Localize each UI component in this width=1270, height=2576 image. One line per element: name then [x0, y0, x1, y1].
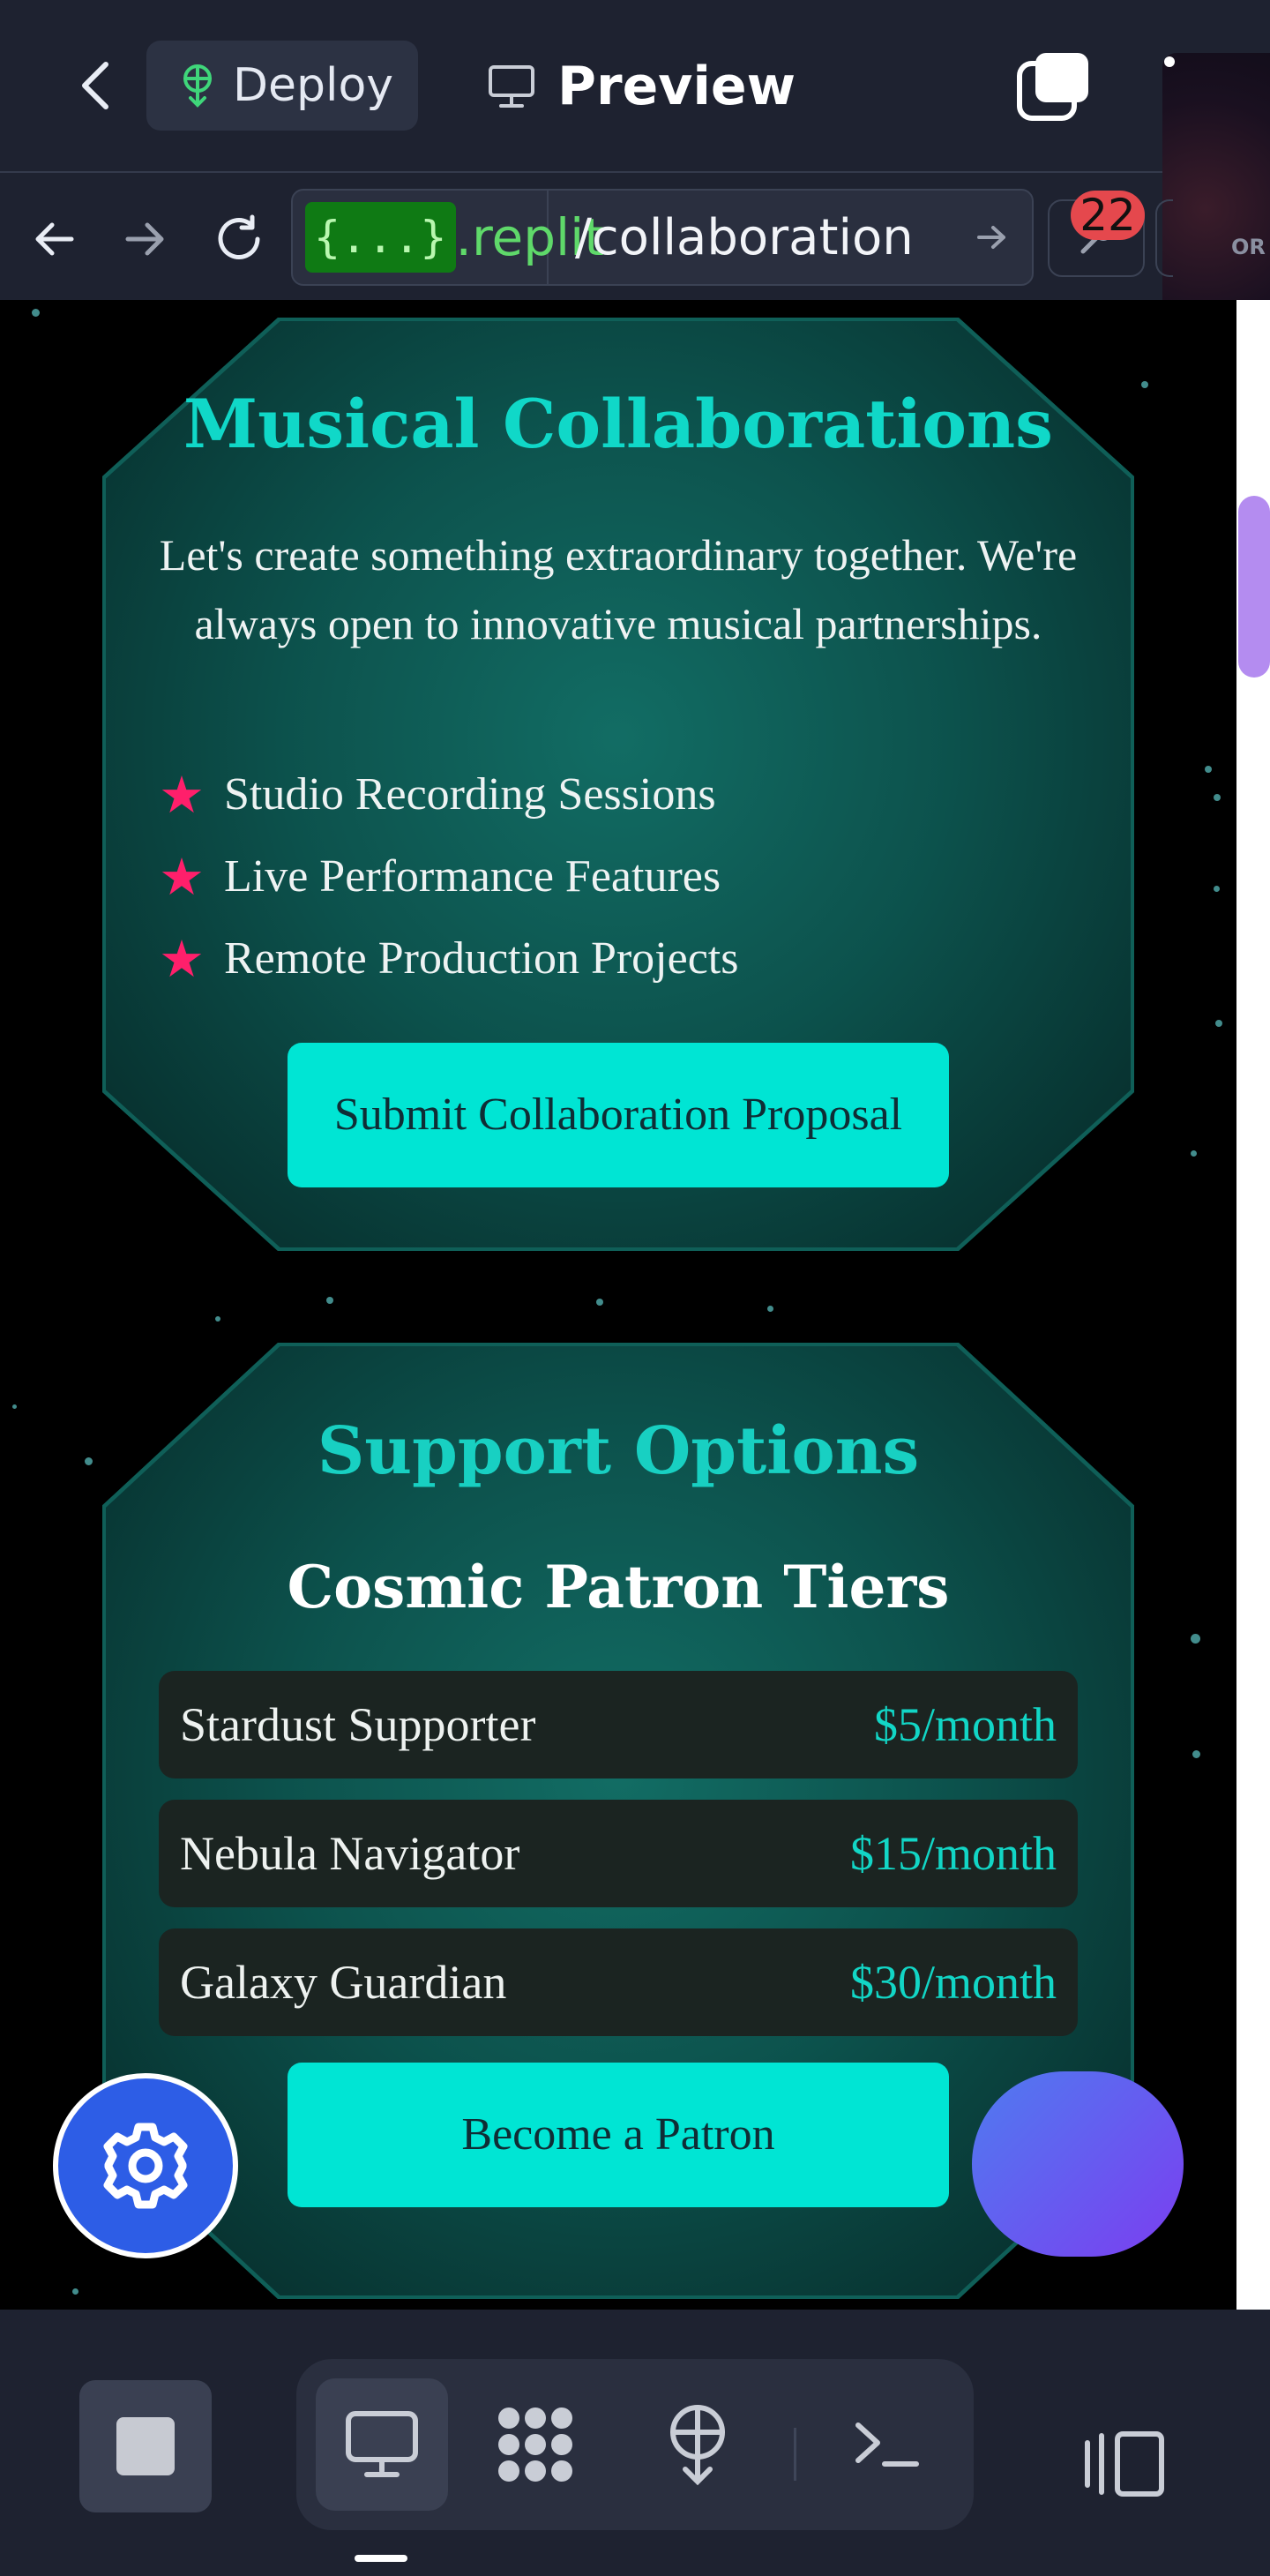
become-patron-button[interactable]: Become a Patron [288, 2063, 949, 2207]
feature-label: Remote Production Projects [224, 933, 739, 984]
tool-switcher [296, 2359, 974, 2530]
star-bullet-icon: ★ [159, 930, 205, 988]
url-go-button[interactable] [952, 224, 1032, 251]
feature-label: Live Performance Features [224, 851, 721, 902]
tier-price: $30/month [849, 1956, 1057, 2009]
list-item: ★ Studio Recording Sessions [159, 753, 952, 835]
tier-row[interactable]: Nebula Navigator $15/month [159, 1800, 1078, 1907]
monitor-icon [489, 65, 534, 108]
home-indicator [355, 2555, 407, 2562]
tier-name: Nebula Navigator [180, 1827, 520, 1880]
toolbar-divider [794, 2428, 796, 2481]
assistant-fab[interactable] [972, 2071, 1184, 2257]
star-bullet-icon: ★ [159, 848, 205, 906]
star-decoration [1215, 1020, 1222, 1027]
star-decoration [1192, 1750, 1200, 1758]
star-bullet-icon: ★ [159, 766, 205, 824]
tiers-title: Cosmic Patron Tiers [287, 1553, 950, 1621]
star-decoration [767, 1306, 773, 1312]
chevron-left-icon [82, 62, 108, 109]
tool-preview[interactable] [316, 2378, 448, 2511]
star-decoration [1214, 794, 1221, 801]
nav-forward-button[interactable] [115, 208, 176, 270]
monitor-icon [346, 2411, 418, 2477]
deploy-button[interactable]: Deploy [146, 41, 418, 131]
list-item: ★ Remote Production Projects [159, 917, 952, 1000]
url-host: {...} .replit [293, 191, 604, 284]
deploy-icon [183, 64, 212, 108]
thumbnail-text: OR [1231, 235, 1266, 259]
grid-icon [498, 2408, 572, 2482]
arrow-right-icon [977, 226, 1005, 249]
settings-fab[interactable] [53, 2073, 238, 2258]
star-decoration [596, 1299, 603, 1306]
tool-deploy[interactable] [631, 2378, 764, 2511]
url-field[interactable]: {...} .replit /collaboration [291, 189, 1034, 286]
star-decoration [1191, 1634, 1200, 1644]
star-decoration [326, 1297, 333, 1304]
scrollbar-thumb[interactable] [1238, 496, 1270, 678]
tabs-icon [1017, 53, 1088, 121]
star-decoration [1191, 1150, 1197, 1157]
list-item: ★ Live Performance Features [159, 835, 952, 917]
url-path: /collaboration [575, 208, 914, 266]
bottom-toolbar [0, 2310, 1270, 2576]
tier-row[interactable]: Galaxy Guardian $30/month [159, 1928, 1078, 2036]
deploy-icon [670, 2405, 725, 2485]
arrow-left-icon [35, 222, 74, 256]
preview-webview: Musical Collaborations Let's create some… [0, 300, 1236, 2310]
collaboration-description: Let's create something extraordinary tog… [159, 530, 1078, 648]
feature-label: Studio Recording Sessions [224, 769, 716, 820]
star-decoration [215, 1316, 220, 1322]
arrow-right-icon [125, 222, 164, 256]
stop-button[interactable] [79, 2380, 212, 2512]
indicator-dot [1164, 56, 1175, 67]
support-title: Support Options [317, 1413, 920, 1489]
deploy-label: Deploy [233, 59, 394, 112]
star-decoration [32, 309, 40, 317]
preview-tab[interactable]: Preview [487, 44, 796, 129]
tier-row[interactable]: Stardust Supporter $5/month [159, 1671, 1078, 1778]
star-decoration [12, 1404, 17, 1409]
url-host-badge: {...} [305, 202, 456, 273]
stop-icon [116, 2417, 175, 2475]
overflow-button[interactable] [1155, 199, 1173, 277]
url-bar-row: {...} .replit /collaboration 22 [0, 171, 1173, 300]
collaboration-title: Musical Collaborations [183, 385, 1053, 463]
top-header: Deploy Preview [0, 0, 1270, 171]
tool-shell[interactable] [820, 2378, 952, 2511]
feature-list: ★ Studio Recording Sessions ★ Live Perfo… [159, 753, 952, 1000]
nav-back-button[interactable] [23, 208, 85, 270]
star-decoration [72, 2288, 78, 2295]
tier-price: $15/month [849, 1827, 1057, 1880]
back-button[interactable] [71, 55, 120, 116]
preview-label: Preview [557, 56, 796, 117]
devtools-count-badge: 22 [1071, 190, 1145, 241]
panel-toggle-button[interactable] [1058, 2415, 1191, 2512]
gear-icon [103, 2123, 188, 2209]
tool-agent[interactable] [469, 2378, 601, 2511]
reload-icon [218, 214, 260, 259]
star-decoration [1214, 886, 1220, 892]
tier-name: Stardust Supporter [180, 1698, 536, 1751]
tier-price: $5/month [873, 1698, 1057, 1751]
reload-button[interactable] [208, 208, 270, 270]
panel-icon [1085, 2431, 1164, 2497]
terminal-icon [855, 2422, 919, 2467]
tier-name: Galaxy Guardian [180, 1956, 507, 2009]
submit-collaboration-button[interactable]: Submit Collaboration Proposal [288, 1043, 949, 1187]
tabs-button[interactable] [1016, 49, 1092, 125]
star-decoration [1205, 766, 1212, 773]
